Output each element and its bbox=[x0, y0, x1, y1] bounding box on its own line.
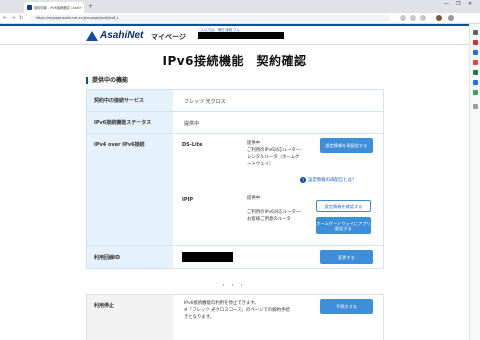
menu-icon[interactable] bbox=[448, 15, 454, 21]
stop-procedure-button[interactable]: 手続きする bbox=[320, 299, 373, 314]
service-value: フレッツ 光クロス bbox=[184, 99, 226, 105]
dslite-name: DS-Lite bbox=[182, 142, 203, 148]
extensions-icon[interactable] bbox=[410, 15, 416, 21]
help-link-text: 設定情報の再配信とは？ bbox=[308, 178, 357, 183]
section-separator: ・・・ bbox=[220, 283, 248, 289]
browser-tab-bar: 契約情報 - IPv6接続確認 | AsahiNet × + — ❐ ✕ bbox=[0, 0, 480, 13]
mypage-label[interactable]: マイページ bbox=[151, 32, 186, 42]
section-title: 提供中の機能 bbox=[86, 77, 128, 84]
confirm-settings-button[interactable]: 設定情報を確認する bbox=[316, 200, 371, 212]
logo-triangle-icon bbox=[86, 30, 98, 41]
contract-table: 契約中の接続サービス フレッツ 光クロス IPv6接続機能ステータス 提供中 I… bbox=[86, 89, 384, 269]
tab-close-icon[interactable]: × bbox=[79, 5, 82, 10]
dslite-desc-3: ートウェイ） bbox=[247, 162, 274, 167]
ipip-desc-1: ご利用のIPv6対応ルーター: bbox=[247, 210, 302, 215]
ipip-desc-2: お客様ご用意のルータ bbox=[247, 217, 291, 222]
stop-text-3: きとなります。 bbox=[184, 315, 215, 320]
new-tab-button[interactable]: + bbox=[88, 2, 93, 11]
browser-tab[interactable]: 契約情報 - IPv6接続確認 | AsahiNet × bbox=[24, 2, 84, 13]
status-value: 提供中 bbox=[184, 121, 200, 127]
forward-icon[interactable]: → bbox=[11, 15, 15, 21]
address-bar-row: ← → ↻ https://mypage.asahi-net.or.jp/ncp… bbox=[0, 13, 480, 24]
redacted-user-name bbox=[198, 32, 284, 39]
dslite-status: 提供中 bbox=[247, 141, 261, 146]
header-divider bbox=[0, 44, 469, 45]
redistribute-help-link[interactable]: ? 設定情報の再配信とは？ bbox=[300, 177, 356, 183]
profile-avatar[interactable] bbox=[436, 15, 442, 21]
outlook-icon[interactable] bbox=[473, 80, 478, 85]
sidebar-app-icon[interactable] bbox=[473, 90, 478, 95]
reload-icon[interactable]: ↻ bbox=[19, 15, 23, 21]
user-id-label: 利用回線ID bbox=[87, 246, 173, 268]
minimize-icon[interactable]: — bbox=[444, 1, 449, 7]
add-icon[interactable] bbox=[473, 104, 478, 109]
hgw-app-deliver-button[interactable]: ホームゲートウェイにアプリ配信する bbox=[316, 217, 371, 234]
bookmark-icon[interactable] bbox=[400, 15, 406, 21]
ipip-status: 提供中 bbox=[247, 196, 261, 201]
stop-text-2: ※「フレッツ 光クロスコース」のページでの解約手続 bbox=[184, 308, 290, 313]
header-accent-line bbox=[0, 24, 469, 26]
redistribute-settings-button[interactable]: 設定情報を再配信する bbox=[320, 138, 373, 153]
stop-label: 利用停止 bbox=[87, 295, 173, 340]
redacted-user-id bbox=[182, 252, 233, 262]
page-content: AsahiNet マイページ こんにちは、現在 接続 さん IPv6接続機能 契… bbox=[0, 24, 469, 340]
ipip-name: IPIP bbox=[182, 197, 194, 203]
table-row-service: 契約中の接続サービス フレッツ 光クロス bbox=[87, 90, 383, 112]
table-row-status: IPv6接続機能ステータス 提供中 bbox=[87, 112, 383, 134]
browser-sidebar bbox=[469, 24, 480, 340]
page-title: IPv6接続機能 契約確認 bbox=[162, 54, 307, 68]
stop-text-1: IPv6接続機能の利用を停止できます。 bbox=[184, 301, 259, 306]
video-icon[interactable] bbox=[473, 60, 478, 65]
change-id-button[interactable]: 変更する bbox=[320, 250, 373, 264]
downloads-icon[interactable] bbox=[420, 15, 426, 21]
close-window-icon[interactable]: ✕ bbox=[468, 1, 472, 7]
logo-text: AsahiNet bbox=[100, 30, 144, 41]
sheets-icon[interactable] bbox=[473, 70, 478, 75]
asahinet-logo[interactable]: AsahiNet bbox=[86, 30, 143, 41]
search-icon[interactable] bbox=[473, 30, 478, 35]
app-icon[interactable] bbox=[473, 50, 478, 55]
help-icon: ? bbox=[300, 177, 306, 183]
table-row-ipv4: IPv4 over IPv6接続 DS-Lite 提供中 ご利用のIPv6対応ル… bbox=[87, 134, 383, 246]
mail-icon[interactable] bbox=[473, 40, 478, 45]
tab-title: 契約情報 - IPv6接続確認 | AsahiNet bbox=[34, 6, 79, 10]
ipv4-label: IPv4 over IPv6接続 bbox=[87, 134, 173, 245]
status-label: IPv6接続機能ステータス bbox=[87, 112, 173, 133]
service-label: 契約中の接続サービス bbox=[87, 90, 173, 111]
stop-table: 利用停止 IPv6接続機能の利用を停止できます。 ※「フレッツ 光クロスコース」… bbox=[86, 294, 384, 340]
back-icon[interactable]: ← bbox=[3, 15, 7, 21]
maximize-icon[interactable]: ❐ bbox=[456, 1, 460, 7]
favicon-icon bbox=[27, 5, 32, 10]
table-row-user-id: 利用回線ID 変更する bbox=[87, 246, 383, 268]
dslite-desc-2: レンタルルータ（ホームゲ bbox=[247, 155, 300, 160]
dslite-desc-1: ご利用のIPv6対応ルーター: bbox=[247, 148, 302, 153]
url-input[interactable]: https://mypage.asahi-net.or.jp/ncpage/ip… bbox=[30, 15, 390, 22]
